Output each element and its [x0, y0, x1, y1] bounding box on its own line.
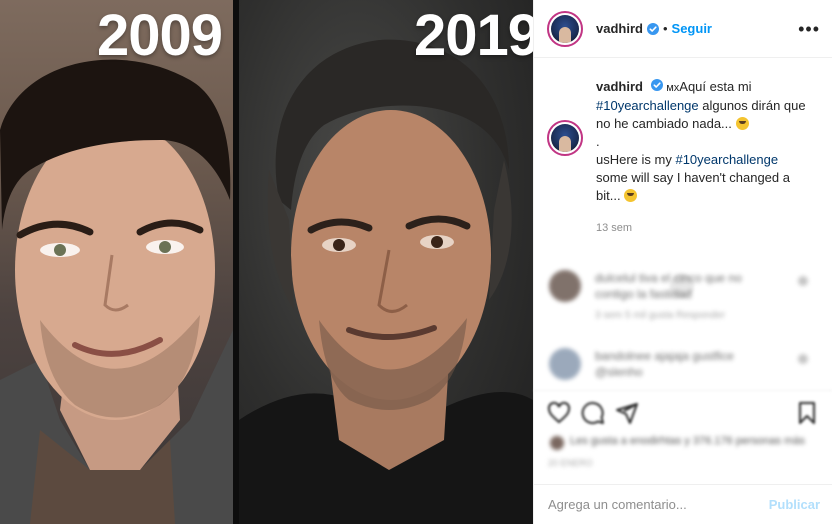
- grinning-emoji-icon: [624, 189, 638, 202]
- share-icon[interactable]: [615, 401, 639, 425]
- likes-text[interactable]: Les gusta a enodirhtas y 376.176 persona…: [570, 434, 818, 448]
- hashtag-es-link[interactable]: #10yearchallenge: [596, 98, 699, 113]
- comment-like-icon[interactable]: [798, 276, 808, 286]
- comment-meta: 3 sem 5 mil gusta Responder: [595, 310, 726, 321]
- more-options-icon[interactable]: •••: [798, 20, 820, 38]
- caption-author-avatar[interactable]: [547, 120, 583, 156]
- post-date[interactable]: 20 ENERO: [548, 456, 818, 470]
- comment-item: bandolnee ajajaja gustfice @slenho: [547, 348, 820, 380]
- us-flag-text: us: [596, 152, 610, 167]
- older-face-illustration: [239, 39, 533, 524]
- comment-item: dulcelul tiva el cinco que no contigo la…: [547, 270, 820, 321]
- mexico-flag-text: мх: [666, 82, 680, 94]
- caption-en-part1: Here is my: [609, 152, 676, 167]
- comment-text: dulcelul tiva el cinco que no contigo la…: [595, 271, 742, 301]
- commenter-avatar[interactable]: [549, 348, 581, 380]
- post-photo[interactable]: 2009 2019: [0, 0, 533, 524]
- hashtag-en-link[interactable]: #10yearchallenge: [675, 152, 778, 167]
- publish-button[interactable]: Publicar: [769, 497, 820, 512]
- add-comment-bar: Publicar: [534, 484, 832, 524]
- caption-username[interactable]: vadhird: [596, 79, 643, 94]
- heart-icon[interactable]: [547, 401, 571, 425]
- post-header: vadhird • Seguir •••: [534, 0, 832, 58]
- photo-panel-2009: 2009: [0, 0, 233, 524]
- photo-panel-2019: 2019: [239, 0, 533, 524]
- commenter-avatar[interactable]: [549, 270, 581, 302]
- likes-summary: Les gusta a enodirhtas y 376.176 persona…: [534, 434, 832, 484]
- post-caption: vadhird мхAquí esta mi #10yearchallenge …: [534, 58, 832, 237]
- instagram-post: 2009 2019 vadhird • Seguir ••• vadhird м…: [0, 0, 832, 524]
- author-username[interactable]: vadhird: [596, 21, 643, 36]
- post-actions-bar: [534, 390, 832, 434]
- caption-text: vadhird мхAquí esta mi #10yearchallenge …: [596, 78, 810, 237]
- caption-es-part1: Aquí esta mi: [679, 79, 752, 94]
- caption-timestamp[interactable]: 13 sem: [596, 219, 810, 237]
- author-avatar[interactable]: [547, 10, 583, 47]
- verified-badge-icon: [646, 22, 659, 35]
- comment-text: bandolnee ajajaja gustfice @slenho: [595, 349, 734, 379]
- grinning-emoji-icon: [735, 117, 749, 130]
- liker-avatar[interactable]: [550, 436, 564, 450]
- year-2019-label: 2019: [414, 3, 533, 68]
- caption-verified-badge-icon: [650, 79, 663, 91]
- young-face-illustration: [0, 59, 233, 524]
- comment-input[interactable]: [548, 497, 769, 512]
- comment-like-icon[interactable]: [798, 354, 808, 364]
- post-sidebar: vadhird • Seguir ••• vadhird мхAquí esta…: [533, 0, 832, 524]
- caption-dot: .: [596, 134, 600, 149]
- bookmark-icon[interactable]: [795, 401, 819, 425]
- year-2009-label: 2009: [97, 3, 223, 68]
- follow-button[interactable]: Seguir: [672, 21, 712, 36]
- header-separator: •: [662, 21, 668, 36]
- comments-section[interactable]: vadhird мхAquí esta mi #10yearchallenge …: [534, 58, 832, 390]
- comment-icon[interactable]: [581, 401, 605, 425]
